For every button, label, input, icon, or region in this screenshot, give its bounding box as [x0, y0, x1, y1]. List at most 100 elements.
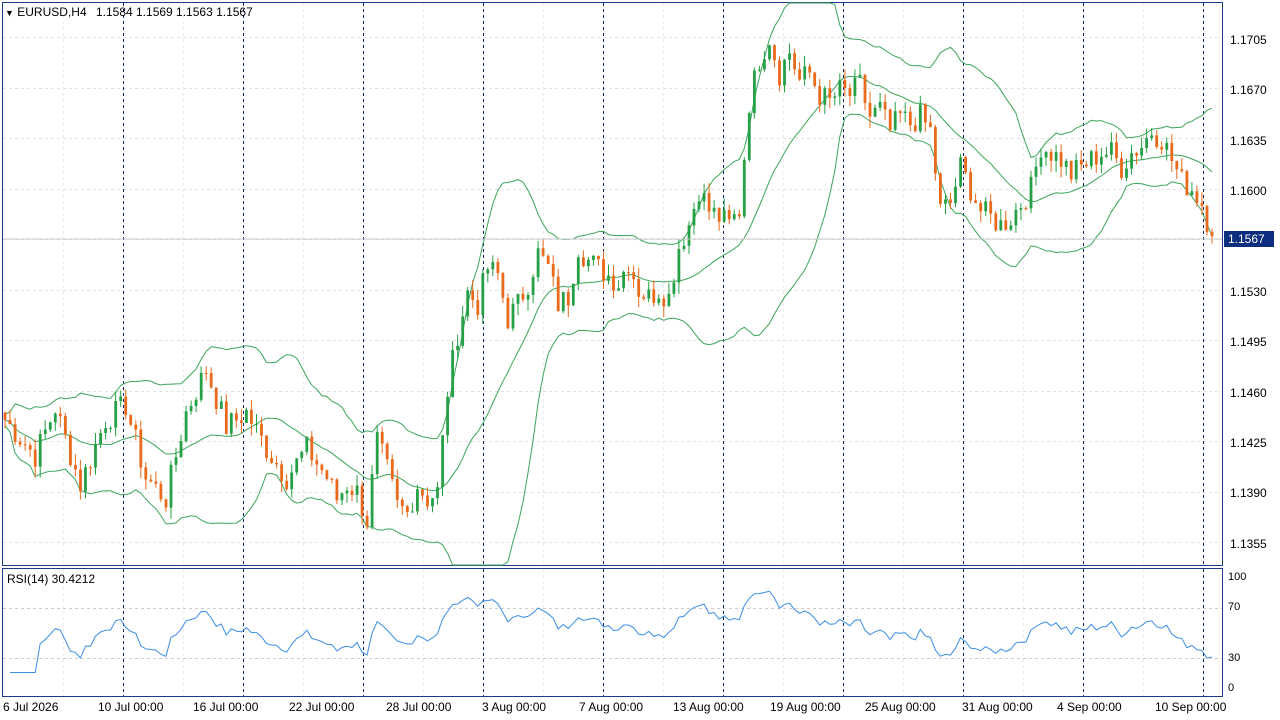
- symbol-header[interactable]: ▼ EURUSD,H4 1.1584 1.1569 1.1563 1.1567: [5, 5, 253, 20]
- candle-body: [53, 413, 57, 423]
- candle-body: [456, 345, 459, 351]
- candle: [571, 283, 575, 306]
- candle-body: [154, 481, 158, 484]
- price-tick: 1.1635: [1230, 134, 1267, 148]
- candle: [994, 211, 998, 232]
- candle-body: [561, 292, 565, 312]
- candle-body: [441, 435, 444, 487]
- candle-body: [727, 210, 731, 220]
- candle-body: [979, 203, 983, 212]
- candle-body: [974, 200, 977, 203]
- price-tick: 1.1530: [1230, 285, 1267, 299]
- candle-body: [823, 88, 827, 105]
- candle-body: [144, 467, 148, 480]
- candle-body: [1054, 152, 1058, 161]
- candle-body: [300, 451, 304, 459]
- candle-body: [994, 213, 998, 231]
- candle: [69, 430, 72, 467]
- candle-body: [8, 419, 12, 425]
- candle-body: [783, 59, 786, 86]
- candle-body: [1074, 160, 1078, 180]
- candle-body: [647, 289, 651, 299]
- candle-body: [682, 245, 686, 249]
- candle-body: [511, 303, 515, 329]
- candle-body: [426, 495, 429, 507]
- candle-body: [255, 423, 258, 425]
- candle-body: [954, 186, 957, 204]
- trading-chart[interactable]: ▼ EURUSD,H4 1.1584 1.1569 1.1563 1.1567 …: [0, 0, 1280, 720]
- candle-body: [672, 282, 676, 294]
- candle: [753, 67, 756, 119]
- candle-body: [702, 192, 706, 202]
- candle-body: [199, 372, 203, 400]
- candle-body: [763, 59, 766, 70]
- candle-body: [411, 511, 414, 513]
- candle-body: [1089, 151, 1093, 167]
- candle-body: [1155, 135, 1159, 147]
- candle-body: [501, 273, 505, 298]
- candle: [969, 167, 972, 204]
- candle-body: [1190, 191, 1194, 196]
- candle-body: [768, 45, 771, 60]
- candle-body: [526, 294, 530, 300]
- candle-body: [99, 433, 102, 445]
- candle-body: [345, 490, 349, 494]
- candle-body: [913, 125, 917, 132]
- candle-body: [1009, 225, 1013, 230]
- candle-body: [471, 290, 475, 300]
- candle-body: [1100, 156, 1103, 165]
- candle-body: [290, 472, 294, 490]
- candle-body: [883, 101, 887, 110]
- candle-body: [365, 515, 369, 527]
- candle-body: [984, 201, 988, 212]
- time-tick: 7 Aug 00:00: [579, 700, 644, 714]
- candle-body: [1170, 142, 1174, 161]
- candle-body: [179, 441, 183, 458]
- candle-body: [1145, 138, 1148, 148]
- candle-body: [717, 207, 721, 222]
- candle-body: [571, 283, 575, 306]
- candle-body: [466, 290, 470, 317]
- candle: [813, 71, 817, 88]
- time-tick: 10 Sep 00:00: [1155, 700, 1227, 714]
- current-price-tag: 1.1567: [1224, 231, 1274, 247]
- candle-body: [1034, 166, 1038, 177]
- candle-body: [627, 272, 630, 273]
- candle: [747, 111, 751, 162]
- candle-body: [722, 210, 726, 222]
- chart-canvas[interactable]: [0, 0, 1280, 720]
- candle-body: [939, 173, 942, 204]
- candle-body: [285, 480, 289, 490]
- time-tick: 31 Aug 00:00: [962, 700, 1033, 714]
- candle-body: [848, 88, 852, 96]
- candle-body: [139, 429, 143, 468]
- candle: [335, 478, 339, 505]
- candle-body: [451, 350, 454, 397]
- rsi-tick: 30: [1228, 652, 1241, 664]
- candle-body: [406, 506, 409, 512]
- candle-body: [1079, 160, 1083, 165]
- candle-body: [58, 413, 62, 417]
- time-tick: 19 Aug 00:00: [770, 700, 841, 714]
- candle-body: [1039, 157, 1043, 167]
- candle-body: [551, 264, 555, 277]
- rsi-tick: 70: [1228, 601, 1241, 613]
- candle-body: [335, 479, 339, 501]
- time-tick: 3 Aug 00:00: [482, 700, 547, 714]
- price-tick: 1.1600: [1230, 184, 1267, 198]
- candle-body: [1195, 191, 1199, 204]
- candle-body: [23, 444, 27, 446]
- candle-body: [667, 293, 671, 307]
- collapse-triangle-icon[interactable]: ▼: [5, 8, 14, 18]
- quote-values: 1.1584 1.1569 1.1563 1.1567: [95, 5, 253, 19]
- candle-body: [189, 406, 193, 412]
- candle-body: [1205, 206, 1209, 232]
- candle-body: [1029, 176, 1033, 209]
- candle-body: [270, 458, 273, 463]
- rsi-label: RSI(14) 30.4212: [7, 572, 96, 586]
- candle-body: [48, 422, 52, 430]
- candle-body: [838, 80, 842, 97]
- candle-body: [330, 479, 334, 480]
- candle-body: [124, 396, 128, 416]
- candle-body: [737, 214, 741, 217]
